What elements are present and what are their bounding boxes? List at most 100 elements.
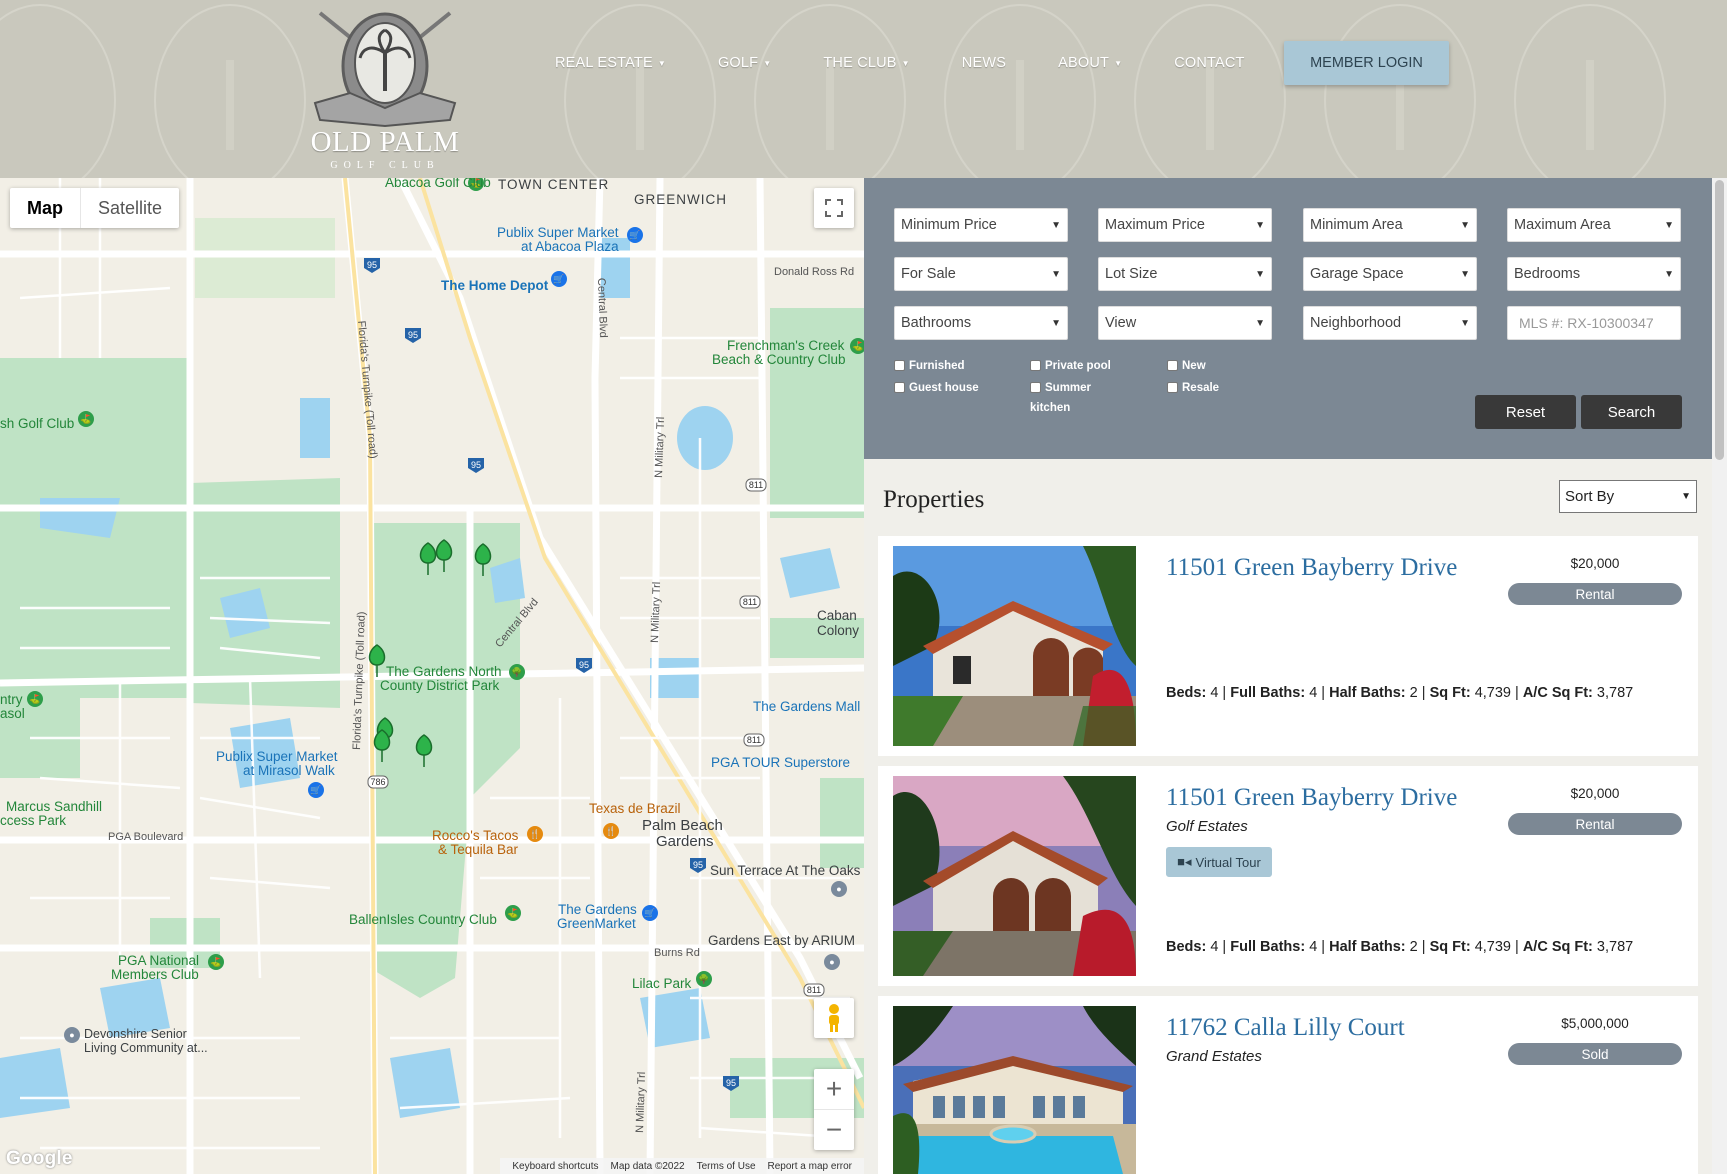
map-label: PGA TOUR Superstore xyxy=(711,755,851,770)
golf-poi-icon[interactable]: ⛳ xyxy=(27,691,43,707)
map-label: ntry xyxy=(0,692,23,707)
private-pool-checkbox[interactable]: Private pool xyxy=(1030,356,1111,376)
map-label: ccess Park xyxy=(0,813,67,828)
place-poi-icon[interactable]: ● xyxy=(824,954,840,970)
keyboard-shortcuts-link[interactable]: Keyboard shortcuts xyxy=(512,1161,598,1172)
nav-about[interactable]: ABOUT ▼ xyxy=(1058,55,1122,71)
terms-link[interactable]: Terms of Use xyxy=(697,1161,756,1172)
restaurant-poi-icon[interactable]: 🍴 xyxy=(603,823,619,839)
shopping-poi-icon[interactable]: 🛒 xyxy=(627,227,643,243)
map-view-button[interactable]: Map xyxy=(10,188,81,228)
new-checkbox[interactable]: New xyxy=(1167,356,1206,376)
member-login-button[interactable]: MEMBER LOGIN xyxy=(1284,41,1449,85)
bedrooms-select[interactable]: Bedrooms ▼ xyxy=(1507,257,1681,291)
property-photo[interactable] xyxy=(893,776,1136,976)
road-label: N Military Trl xyxy=(649,582,663,643)
map-label: at Mirasol Walk xyxy=(243,763,335,778)
select-value: Bedrooms xyxy=(1514,266,1581,282)
road-shield: 95 xyxy=(471,460,481,470)
select-value: Bathrooms xyxy=(901,315,972,331)
neighborhood-select[interactable]: Neighborhood ▼ xyxy=(1303,306,1477,340)
page-scrollbar[interactable] xyxy=(1712,178,1727,1174)
checkbox-box[interactable] xyxy=(1030,382,1041,393)
checkbox-box[interactable] xyxy=(894,382,905,393)
lot-size-select[interactable]: Lot Size ▼ xyxy=(1098,257,1272,291)
road-label: PGA Boulevard xyxy=(108,831,184,843)
road-label: Burns Rd xyxy=(654,947,700,959)
spec-value: 4 xyxy=(1309,685,1318,701)
shopping-poi-icon[interactable]: 🛒 xyxy=(642,905,658,921)
golf-poi-icon[interactable]: ⛳ xyxy=(78,411,94,427)
search-button[interactable]: Search xyxy=(1581,395,1682,429)
sort-by-select[interactable]: Sort By ▼ xyxy=(1559,480,1697,513)
virtual-tour-button[interactable]: ■◂ Virtual Tour xyxy=(1166,847,1272,877)
zoom-in-button[interactable]: + xyxy=(814,1070,854,1110)
road-shield: 95 xyxy=(726,1078,736,1088)
summer-kitchen-checkbox[interactable]: Summer xyxy=(1030,378,1091,398)
satellite-view-button[interactable]: Satellite xyxy=(81,188,179,228)
shopping-poi-icon[interactable]: 🛒 xyxy=(308,782,324,798)
road-shield: 786 xyxy=(370,777,385,787)
reset-button[interactable]: Reset xyxy=(1475,395,1576,429)
road-shield: 95 xyxy=(367,260,377,270)
place-poi-icon[interactable]: ● xyxy=(64,1027,80,1043)
select-value: Sort By xyxy=(1565,488,1615,505)
pegman-button[interactable] xyxy=(814,998,854,1038)
map-label: Publix Super Market xyxy=(497,225,619,240)
property-map[interactable]: 95 95 95 95 95 95 811 811 811 811 786 Fl… xyxy=(0,178,864,1174)
place-poi-icon[interactable]: ● xyxy=(831,881,847,897)
property-card: 11501 Green Bayberry Drive Golf Estates … xyxy=(878,766,1698,986)
property-price: $20,000 xyxy=(1570,786,1620,801)
checkbox-box[interactable] xyxy=(1167,382,1178,393)
nav-real-estate[interactable]: REAL ESTATE ▼ xyxy=(555,55,666,71)
property-address-link[interactable]: 11501 Green Bayberry Drive xyxy=(1166,554,1457,582)
shopping-poi-icon[interactable]: 🛒 xyxy=(551,271,567,287)
mls-input[interactable]: MLS #: RX-10300347 xyxy=(1507,306,1681,340)
report-error-link[interactable]: Report a map error xyxy=(768,1161,852,1172)
nav-contact[interactable]: CONTACT xyxy=(1174,55,1244,71)
spec-value: 4,739 xyxy=(1474,685,1511,701)
spec-value: 3,787 xyxy=(1596,685,1634,701)
nav-news[interactable]: NEWS xyxy=(962,55,1006,71)
checkbox-box[interactable] xyxy=(894,360,905,371)
guest-house-checkbox[interactable]: Guest house xyxy=(894,378,979,398)
summer-kitchen-label-line2: kitchen xyxy=(1030,398,1070,418)
spec-value: 4 xyxy=(1309,939,1318,955)
garage-space-select[interactable]: Garage Space ▼ xyxy=(1303,257,1477,291)
sale-type-select[interactable]: For Sale ▼ xyxy=(894,257,1068,291)
bathrooms-select[interactable]: Bathrooms ▼ xyxy=(894,306,1068,340)
road-shield: 811 xyxy=(807,985,821,995)
max-area-select[interactable]: Maximum Area ▼ xyxy=(1507,208,1681,242)
property-address-link[interactable]: 11501 Green Bayberry Drive xyxy=(1166,784,1457,812)
property-photo[interactable] xyxy=(893,1006,1136,1174)
chevron-down-icon: ▼ xyxy=(1255,219,1265,231)
checkbox-box[interactable] xyxy=(1167,360,1178,371)
spec-label: Half Baths: xyxy=(1329,939,1406,955)
fullscreen-button[interactable] xyxy=(814,188,854,228)
restaurant-poi-icon[interactable]: 🍴 xyxy=(527,826,543,842)
map-label: BallenIsles Country Club xyxy=(349,912,497,927)
furnished-checkbox[interactable]: Furnished xyxy=(894,356,965,376)
golf-poi-icon[interactable]: ⛳ xyxy=(850,338,864,354)
nav-golf[interactable]: GOLF ▼ xyxy=(718,55,771,71)
map-label: The Gardens xyxy=(558,902,637,917)
golf-poi-icon[interactable]: ⛳ xyxy=(208,954,224,970)
golf-poi-icon[interactable]: ⛳ xyxy=(505,905,521,921)
view-select[interactable]: View ▼ xyxy=(1098,306,1272,340)
map-label: Frenchman's Creek xyxy=(727,338,845,353)
park-poi-icon[interactable]: 🌳 xyxy=(509,664,525,680)
resale-checkbox[interactable]: Resale xyxy=(1167,378,1219,398)
nav-the-club[interactable]: THE CLUB ▼ xyxy=(823,55,909,71)
old-palm-logo[interactable]: OLD PALM GOLF CLUB xyxy=(300,8,470,173)
min-price-select[interactable]: Minimum Price ▼ xyxy=(894,208,1068,242)
min-area-select[interactable]: Minimum Area ▼ xyxy=(1303,208,1477,242)
property-address-link[interactable]: 11762 Calla Lilly Court xyxy=(1166,1014,1405,1042)
zoom-out-button[interactable]: − xyxy=(814,1110,854,1150)
select-value: View xyxy=(1105,315,1137,331)
property-photo[interactable] xyxy=(893,546,1136,746)
scrollbar-thumb[interactable] xyxy=(1715,180,1724,460)
park-poi-icon[interactable]: 🌳 xyxy=(696,971,712,987)
spec-value: 4 xyxy=(1210,685,1219,701)
max-price-select[interactable]: Maximum Price ▼ xyxy=(1098,208,1272,242)
checkbox-box[interactable] xyxy=(1030,360,1041,371)
